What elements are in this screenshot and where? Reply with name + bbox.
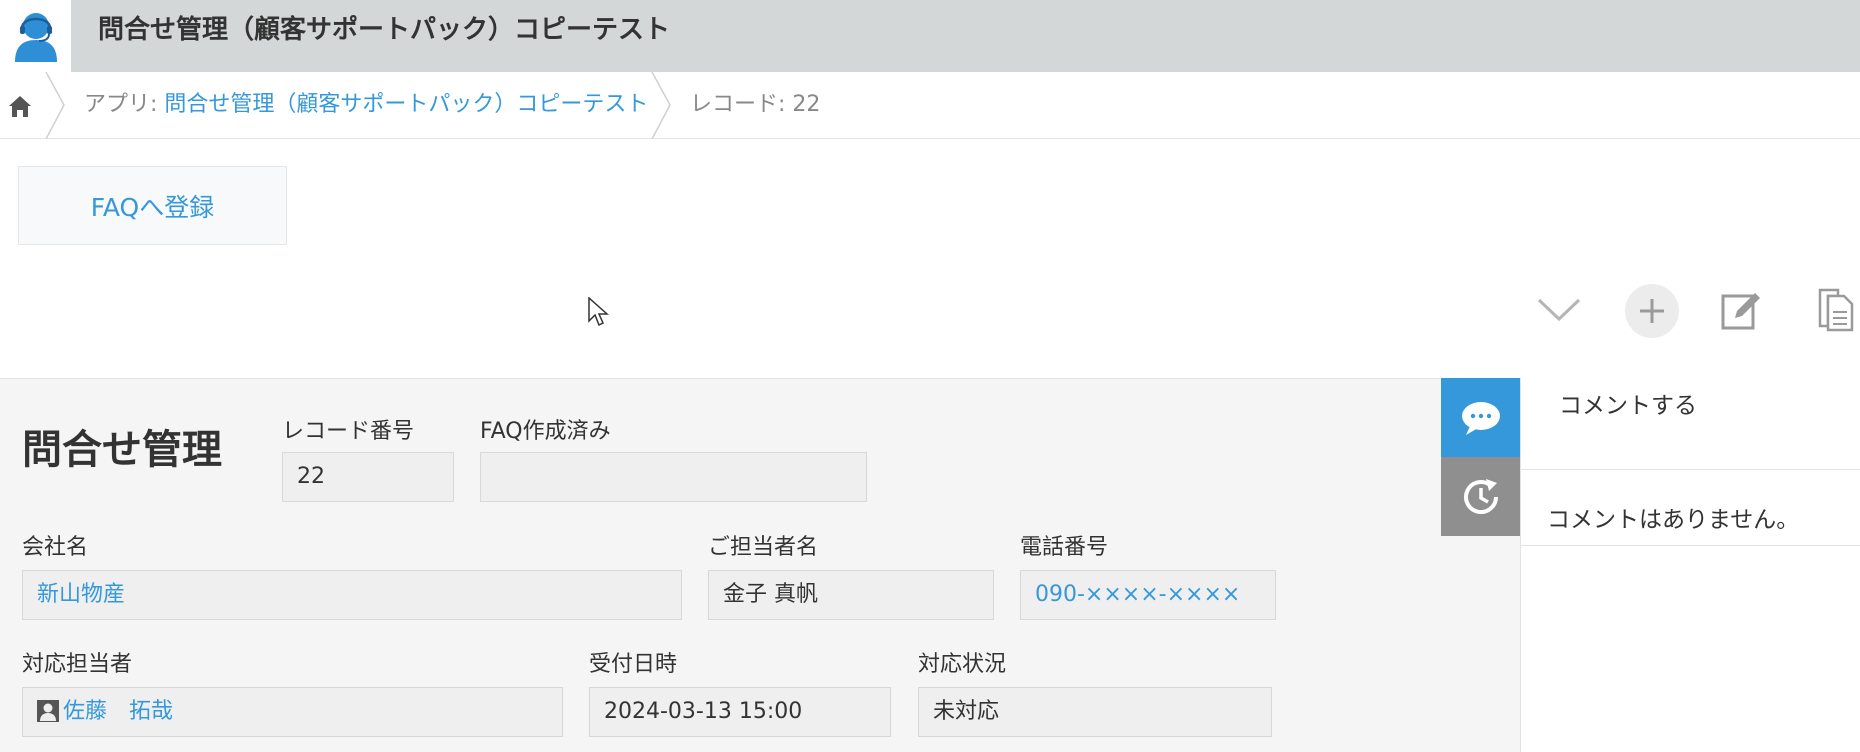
field-label-company: 会社名 — [22, 535, 89, 560]
field-value-company[interactable]: 新山物産 — [22, 570, 682, 620]
duplicate-record-button[interactable] — [1808, 282, 1860, 338]
field-value-assignee[interactable]: 佐藤 拓哉 — [22, 687, 563, 737]
edit-record-button[interactable] — [1713, 282, 1769, 338]
field-label-faq-created: FAQ作成済み — [480, 419, 611, 444]
comment-divider — [1521, 545, 1860, 546]
app-header: 問合せ管理（顧客サポートパック）コピーテスト — [0, 0, 1860, 72]
record-options-toggle[interactable] — [1531, 282, 1587, 338]
app-title: 問合せ管理（顧客サポートパック）コピーテスト — [98, 15, 671, 45]
breadcrumb-separator — [651, 72, 671, 139]
plus-icon — [1640, 299, 1664, 323]
app-icon[interactable] — [0, 0, 71, 72]
home-icon[interactable] — [6, 92, 34, 120]
field-value-faq-created — [480, 452, 867, 502]
assignee-name[interactable]: 佐藤 拓哉 — [63, 699, 173, 724]
support-person-icon — [14, 13, 57, 62]
add-record-button[interactable] — [1625, 284, 1679, 338]
history-icon — [1463, 478, 1498, 514]
breadcrumb: アプリ: 問合せ管理（顧客サポートパック）コピーテスト レコード: 22 — [0, 72, 1860, 139]
user-avatar-icon — [37, 700, 59, 722]
mouse-cursor-icon — [588, 297, 609, 327]
comments-tab[interactable] — [1441, 378, 1520, 457]
comment-input-box[interactable]: コメントする — [1521, 378, 1860, 470]
field-value-phone[interactable]: 090-××××-×××× — [1020, 570, 1276, 620]
chevron-down-icon — [1537, 298, 1581, 322]
breadcrumb-app-prefix: アプリ: — [84, 92, 165, 117]
field-label-received-at: 受付日時 — [589, 652, 678, 677]
field-value-record-number: 22 — [282, 452, 454, 502]
field-value-status: 未対応 — [918, 687, 1272, 737]
field-label-assignee: 対応担当者 — [22, 652, 133, 677]
field-label-record-number: レコード番号 — [282, 419, 415, 444]
history-tab[interactable] — [1441, 457, 1520, 536]
edit-icon — [1721, 293, 1760, 330]
comment-panel: コメントする コメントはありません。 — [1520, 378, 1860, 752]
field-value-received-at: 2024-03-13 15:00 — [589, 687, 891, 737]
field-label-status: 対応状況 — [918, 652, 1007, 677]
speech-bubble-icon — [1461, 401, 1500, 435]
copy-document-icon — [1818, 288, 1854, 332]
form-title: 問合せ管理 — [22, 427, 222, 473]
faq-register-button[interactable]: FAQへ登録 — [18, 166, 287, 245]
breadcrumb-record: レコード: 22 — [690, 92, 821, 117]
breadcrumb-app-link[interactable]: 問合せ管理（顧客サポートパック）コピーテスト — [164, 92, 648, 117]
comment-input[interactable]: コメントする — [1559, 386, 1697, 420]
record-detail: 問合せ管理 レコード番号 22 FAQ作成済み 会社名 新山物産 ご担当者名 金… — [0, 378, 1520, 752]
field-label-contact-person: ご担当者名 — [708, 535, 819, 560]
breadcrumb-separator — [45, 72, 65, 139]
field-value-contact-person: 金子 真帆 — [708, 570, 994, 620]
field-label-phone: 電話番号 — [1020, 535, 1109, 560]
comment-empty-message: コメントはありません。 — [1547, 507, 1800, 533]
breadcrumb-app: アプリ: 問合せ管理（顧客サポートパック）コピーテスト — [84, 72, 648, 139]
